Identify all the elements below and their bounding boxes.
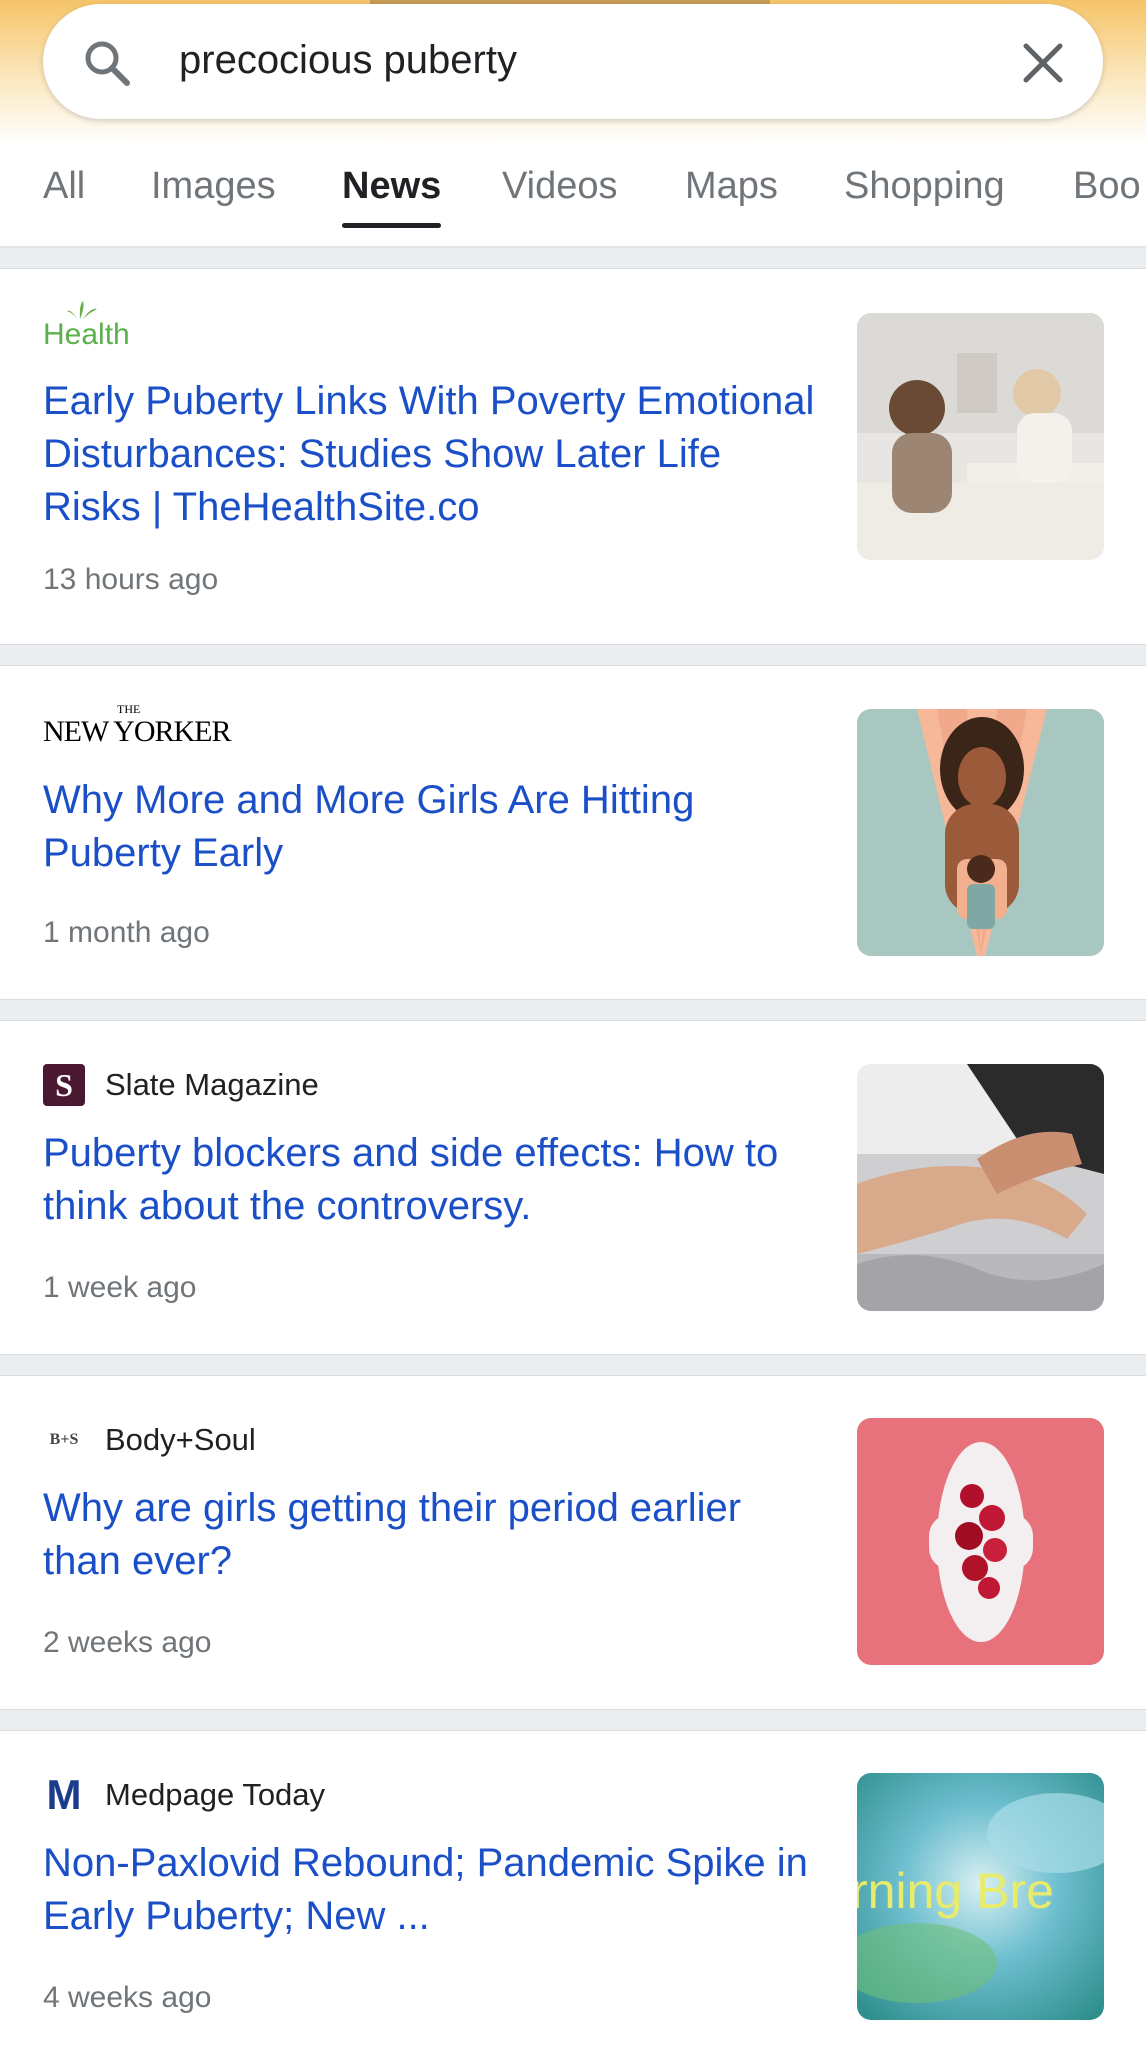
tab-images[interactable]: Images (151, 160, 276, 230)
headline-link[interactable]: Early Puberty Links With Poverty Emotion… (43, 375, 823, 534)
separator (0, 248, 1146, 268)
search-tabs: All Images News Videos Maps Shopping Boo (0, 160, 1146, 240)
news-card[interactable]: Health Early Puberty Links With Poverty … (0, 268, 1146, 645)
medpage-logo: M (43, 1771, 85, 1818)
news-card[interactable]: B+S Body+Soul Why are girls getting thei… (0, 1375, 1146, 1710)
search-icon[interactable] (81, 37, 133, 89)
news-card[interactable]: THE NEW YORKER Why More and More Girls A… (0, 665, 1146, 1000)
body-soul-logo-text: B+S (49, 1431, 79, 1448)
body-soul-logo: B+S (43, 1419, 85, 1461)
source-name: Body+Soul (105, 1422, 256, 1457)
source-row: M Medpage Today (43, 1771, 326, 1818)
separator (0, 1710, 1146, 1730)
thumbnail-image (857, 709, 1104, 956)
source-row: Health (43, 301, 130, 357)
health-logo: Health (43, 301, 130, 357)
source-row: B+S Body+Soul (43, 1418, 256, 1462)
thumbnail[interactable] (857, 1064, 1104, 1311)
thumbnail[interactable] (857, 709, 1104, 956)
thumbnail-image (857, 1064, 1104, 1311)
headline-link[interactable]: Non-Paxlovid Rebound; Pandemic Spike in … (43, 1837, 823, 1943)
timestamp: 2 weeks ago (43, 1626, 212, 1659)
thumbnail-image (857, 313, 1104, 560)
headline-link[interactable]: Why are girls getting their period earli… (43, 1482, 823, 1588)
tab-maps[interactable]: Maps (685, 160, 778, 230)
source-name: Slate Magazine (105, 1067, 319, 1102)
thumbnail[interactable] (857, 313, 1104, 560)
thumbnail-image: rning Bre (857, 1773, 1104, 2020)
source-logo-text: Health (43, 318, 130, 351)
source-logo-text: NEW YORKER (43, 715, 231, 748)
news-card[interactable]: M Medpage Today Non-Paxlovid Rebound; Pa… (0, 1730, 1146, 2048)
timestamp: 4 weeks ago (43, 1981, 212, 2014)
search-header: precocious puberty All Images News Video… (0, 0, 1146, 250)
headline-link[interactable]: Why More and More Girls Are Hitting Pube… (43, 774, 823, 880)
slate-logo: S (43, 1064, 85, 1106)
leaf-icon (67, 301, 97, 319)
search-input[interactable]: precocious puberty (179, 38, 517, 83)
tab-books[interactable]: Boo (1073, 160, 1141, 230)
timestamp: 1 month ago (43, 916, 210, 949)
tab-all[interactable]: All (43, 160, 85, 230)
thumbnail[interactable] (857, 1418, 1104, 1665)
timestamp: 13 hours ago (43, 563, 219, 596)
tab-news[interactable]: News (342, 160, 442, 230)
thumbnail-image (857, 1418, 1104, 1665)
separator (0, 1355, 1146, 1375)
search-box[interactable]: precocious puberty (43, 4, 1103, 119)
separator (0, 645, 1146, 665)
search-results-page: precocious puberty All Images News Video… (0, 0, 1146, 2048)
news-card[interactable]: S Slate Magazine Puberty blockers and si… (0, 1020, 1146, 1355)
thumbnail[interactable]: rning Bre (857, 1773, 1104, 2020)
slate-logo-letter: S (55, 1066, 73, 1103)
source-name: Medpage Today (105, 1777, 326, 1812)
tab-videos[interactable]: Videos (502, 160, 618, 230)
timestamp: 1 week ago (43, 1271, 197, 1304)
headline-link[interactable]: Puberty blockers and side effects: How t… (43, 1127, 823, 1233)
separator (0, 1000, 1146, 1020)
new-yorker-logo: THE NEW YORKER (43, 702, 231, 754)
thumbnail-text: rning Bre (857, 1863, 1054, 1919)
tab-shopping[interactable]: Shopping (844, 160, 1005, 230)
close-icon[interactable] (1021, 41, 1065, 85)
logo-small-text: THE (117, 702, 141, 716)
source-row: S Slate Magazine (43, 1063, 319, 1107)
medpage-logo-letter: M (46, 1771, 82, 1818)
source-row: THE NEW YORKER (43, 702, 251, 754)
